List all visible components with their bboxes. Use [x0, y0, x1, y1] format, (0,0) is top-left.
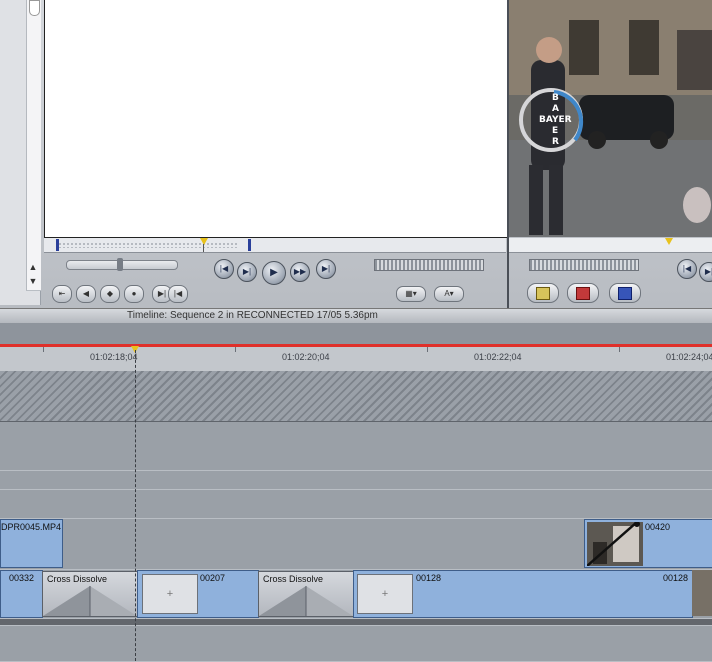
ruler-timecode: 01:02:24;04 — [666, 352, 712, 362]
video-track-separator — [0, 490, 712, 519]
play-around-current-button[interactable]: ▶▶ — [290, 262, 310, 282]
timeline-toolbar — [0, 323, 712, 345]
video-track-upper[interactable]: DPR0045.MP4 00420 — [0, 519, 712, 570]
scrubber-range — [58, 242, 238, 248]
timeline-playhead-line — [135, 350, 137, 661]
timeline-title-bar[interactable]: Timeline: Sequence 2 in RECONNECTED 17/0… — [0, 308, 712, 323]
timeline-clip[interactable]: DPR0045.MP4 — [0, 519, 63, 568]
overwrite-icon — [576, 287, 590, 300]
canvas-playhead[interactable] — [665, 238, 673, 245]
transition-ramp-icon — [259, 586, 353, 616]
replace-edit-button[interactable] — [609, 283, 641, 303]
video-track-3[interactable] — [0, 422, 712, 471]
match-frame-button[interactable]: ⇤ — [52, 285, 72, 303]
canvas-scrubber-bar[interactable] — [509, 238, 712, 253]
canvas-shuttle-control[interactable] — [529, 259, 639, 271]
timeline-clip[interactable]: 00332 — [0, 570, 43, 618]
clip-name: 00332 — [9, 573, 35, 583]
scroll-down-arrow-icon[interactable]: ▼ — [27, 276, 39, 286]
cross-dissolve-transition[interactable]: Cross Dissolve — [258, 571, 354, 617]
transition-ramp-icon — [43, 586, 137, 616]
viewer-video-frame[interactable] — [44, 0, 507, 238]
replace-icon — [618, 287, 632, 300]
video-track-main[interactable]: 00332 Cross Dissolve 00207 + Cross Disso… — [0, 570, 712, 619]
mark-clip-button[interactable]: ◀ — [76, 285, 96, 303]
view-popup-button[interactable]: A▾ — [434, 286, 464, 302]
transition-name: Cross Dissolve — [47, 574, 108, 584]
canvas-play-in-to-out-button[interactable]: ▶| — [699, 262, 712, 282]
scroll-up-arrow-icon[interactable]: ▲ — [27, 262, 39, 272]
ruler-tick — [235, 347, 236, 352]
browser-scrollbar[interactable]: ▲ ▼ — [0, 0, 41, 305]
overwrite-edit-button[interactable] — [567, 283, 599, 303]
transition-name: Cross Dissolve — [263, 574, 324, 584]
viewer-transport-controls: |◀ ▶| ▶ ▶▶ ▶| ⇤ ◀ ◆ ● ▶| |◀ ▦▾ A▾ — [44, 252, 506, 306]
track-divider[interactable] — [0, 619, 712, 626]
video-track-2[interactable] — [0, 471, 712, 490]
empty-track-area — [0, 371, 712, 422]
clip-name: 00128 — [416, 573, 442, 583]
clip-edge — [692, 570, 712, 616]
play-in-to-out-button[interactable]: ▶| — [237, 262, 257, 282]
svg-text:E: E — [552, 126, 558, 136]
shuttle-control[interactable] — [66, 258, 178, 271]
svg-text:BAYER: BAYER — [539, 115, 572, 125]
jog-control[interactable] — [374, 259, 484, 271]
zoom-popup-button[interactable]: ▦▾ — [396, 286, 426, 302]
ruler-tick — [43, 347, 44, 352]
viewer-playhead[interactable] — [200, 238, 208, 245]
viewer-scrubber-bar[interactable] — [44, 238, 506, 253]
go-to-next-edit-button[interactable]: ▶| — [316, 259, 336, 279]
svg-text:R: R — [552, 137, 559, 147]
clip-end-label: 00128 — [662, 573, 688, 583]
svg-text:A: A — [552, 104, 559, 114]
clip-name: 00420 — [645, 522, 671, 532]
viewer-playhead-line — [203, 244, 204, 252]
bayer-logo-text: B — [552, 93, 559, 103]
timeline-title: Timeline: Sequence 2 in RECONNECTED 17/0… — [127, 310, 378, 321]
gap-placeholder[interactable]: + — [357, 574, 413, 614]
insert-edit-button[interactable] — [527, 283, 559, 303]
clip-name: DPR0045.MP4 — [1, 522, 62, 532]
go-to-previous-edit-button[interactable]: |◀ — [214, 259, 234, 279]
play-button[interactable]: ▶ — [262, 261, 286, 285]
out-point-marker[interactable] — [248, 239, 251, 251]
add-marker-button[interactable]: ● — [124, 285, 144, 303]
gap-placeholder[interactable]: + — [142, 574, 198, 614]
clip-name: 00207 — [200, 573, 226, 583]
canvas-video-frame[interactable]: B A BAYER E R — [509, 0, 712, 237]
shuttle-knob[interactable] — [117, 258, 123, 271]
scroll-track[interactable] — [26, 0, 41, 291]
ruler-timecode: 01:02:22;04 — [474, 352, 522, 362]
in-point-marker[interactable] — [56, 239, 59, 251]
cross-dissolve-transition[interactable]: Cross Dissolve — [42, 571, 138, 617]
ruler-tick — [427, 347, 428, 352]
add-keyframe-button[interactable]: ◆ — [100, 285, 120, 303]
timeline-ruler[interactable]: 01:02:18;04 01:02:20;04 01:02:22;04 01:0… — [0, 344, 712, 372]
mark-out-button[interactable]: |◀ — [168, 285, 188, 303]
clip-thumbnail — [587, 522, 643, 566]
render-status-bar — [0, 344, 712, 347]
audio-track-area[interactable] — [0, 626, 712, 662]
ruler-tick — [619, 347, 620, 352]
canvas-transport-controls: |◀ ▶| — [509, 252, 712, 306]
canvas-go-to-previous-edit-button[interactable]: |◀ — [677, 259, 697, 279]
ruler-timecode: 01:02:18;04 — [90, 352, 138, 362]
ruler-timecode: 01:02:20;04 — [282, 352, 330, 362]
timeline-clip[interactable]: 00420 — [584, 519, 712, 568]
scroll-thumb[interactable] — [29, 0, 40, 16]
insert-icon — [536, 287, 550, 300]
canvas-frame-picture: B A BAYER E R — [509, 0, 712, 237]
